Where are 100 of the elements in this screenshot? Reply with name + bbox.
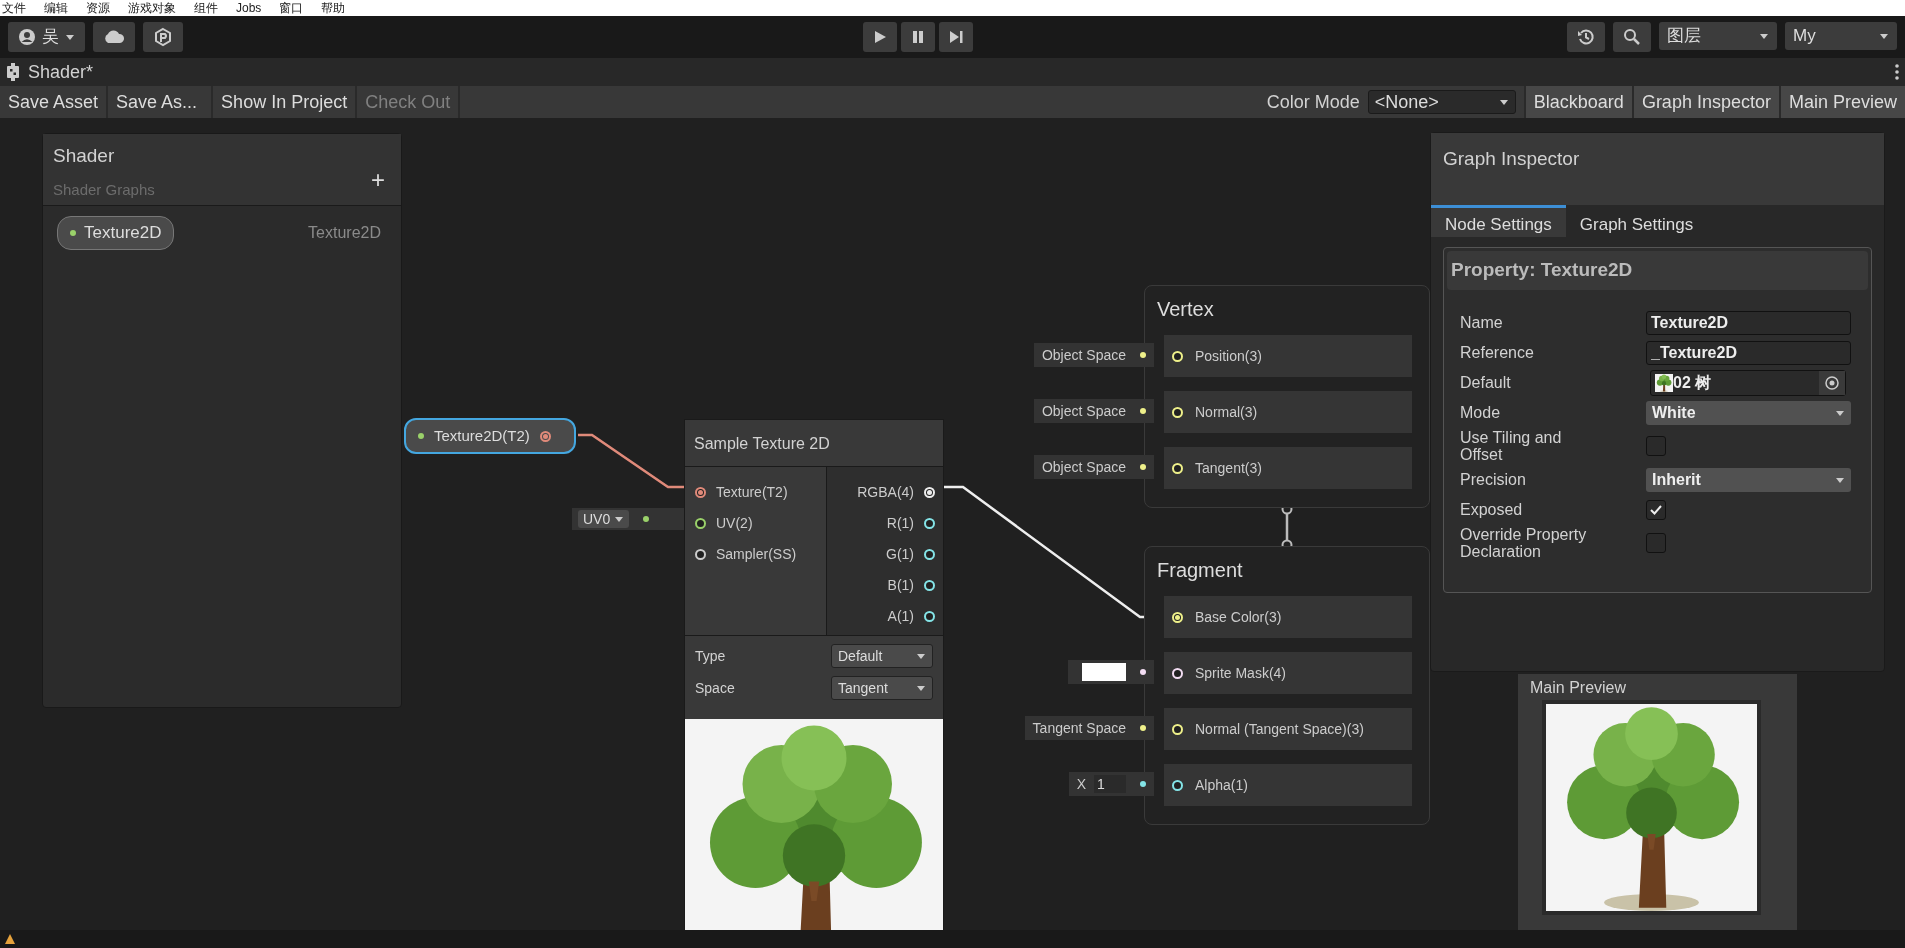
slot-label: Alpha(1) (1195, 775, 1248, 795)
menu-item[interactable]: 编辑 (44, 0, 68, 16)
warning-icon (4, 933, 16, 945)
step-icon (949, 30, 963, 44)
target-icon[interactable] (1819, 370, 1845, 395)
account-button[interactable]: 吴 (8, 22, 85, 52)
port-label: G(1) (886, 545, 914, 564)
dropdown-field[interactable]: White (1646, 400, 1851, 425)
checkbox[interactable] (1646, 436, 1666, 457)
cloud-icon (103, 30, 125, 44)
port-label: RGBA(4) (857, 483, 914, 502)
slot-label: Normal (Tangent Space)(3) (1195, 719, 1364, 739)
section-title: Property: Texture2D (1447, 251, 1868, 290)
slot-label: Tangent(3) (1195, 458, 1262, 478)
field-label: Use Tiling and Offset (1460, 428, 1563, 464)
package-icon (153, 27, 173, 47)
caret-icon (614, 515, 625, 523)
port-label: A(1) (887, 607, 914, 626)
inspector-tab[interactable]: Graph Settings (1565, 205, 1708, 237)
checkbox[interactable] (1646, 499, 1666, 520)
port-label: R(1) (886, 514, 914, 533)
port-dot (1140, 669, 1146, 675)
block-title: Vertex (1156, 297, 1215, 322)
uv-dropdown[interactable]: UV0 (578, 510, 630, 528)
inspector-tab[interactable]: Node Settings (1431, 205, 1566, 237)
menu-item[interactable]: 窗口 (279, 0, 304, 16)
field-label: Precision (1460, 470, 1527, 489)
menu-item[interactable]: Jobs (236, 0, 262, 16)
setting-dropdown[interactable]: Tangent (831, 676, 933, 700)
block-slot[interactable]: Tangent(3) (1164, 447, 1412, 489)
block-slot[interactable]: Base Color(3) (1164, 596, 1412, 638)
slot-label: Sprite Mask(4) (1195, 663, 1287, 683)
text-field[interactable]: Texture2D (1646, 310, 1851, 335)
account-icon (18, 28, 36, 46)
port-label: Sampler(SS) (716, 545, 797, 564)
pause-button[interactable] (901, 22, 935, 52)
property-pill[interactable]: Texture2D (57, 216, 175, 250)
port-dot (1140, 408, 1146, 414)
layout-dropdown[interactable]: My (1785, 22, 1897, 50)
layers-dropdown[interactable]: 图层 (1659, 22, 1777, 50)
port-icon[interactable] (695, 549, 706, 560)
menu-item[interactable]: 组件 (194, 0, 218, 16)
object-field[interactable]: 02 树 (1650, 369, 1846, 396)
package-button[interactable] (143, 22, 183, 52)
status-dot (418, 433, 424, 439)
color-mode-dropdown[interactable]: <None> (1367, 90, 1516, 114)
port-icon[interactable] (695, 487, 706, 498)
value-field[interactable]: 1 (1094, 775, 1126, 793)
slot-label: Normal(3) (1195, 402, 1258, 422)
menu-item[interactable]: 文件 (2, 0, 26, 16)
panel-title: Main Preview (1529, 678, 1628, 696)
field-label: Override Property Declaration (1460, 525, 1588, 561)
checkbox[interactable] (1646, 533, 1666, 554)
setting-dropdown[interactable]: Default (831, 644, 933, 668)
play-button[interactable] (863, 22, 897, 52)
menu-item[interactable]: 帮助 (321, 0, 346, 16)
block-slot[interactable]: Alpha(1) (1164, 764, 1412, 806)
space-label: Object Space (1041, 401, 1126, 421)
property-node[interactable]: Texture2D(T2) (404, 418, 576, 454)
field-label: Mode (1460, 403, 1502, 422)
history-button[interactable] (1567, 22, 1605, 52)
search-button[interactable] (1613, 22, 1651, 52)
caret-icon (1879, 32, 1889, 40)
add-button[interactable]: + (371, 168, 385, 192)
field-label: Name (1460, 313, 1504, 332)
port-icon[interactable] (1172, 779, 1183, 791)
node-label: Texture2D(T2) (434, 425, 530, 446)
panel-toggle-button[interactable]: Blackboard (1523, 86, 1632, 118)
menu-item[interactable]: 游戏对象 (128, 0, 176, 16)
more-icon[interactable] (1895, 64, 1899, 80)
port-label: B(1) (887, 576, 914, 595)
port-icon[interactable] (924, 518, 935, 529)
block-slot[interactable]: Normal(3) (1164, 391, 1412, 433)
port-label: Texture(T2) (716, 483, 788, 502)
panel-toggle-button[interactable]: Graph Inspector (1631, 86, 1779, 118)
window-tab[interactable]: Shader* (28, 58, 94, 86)
slot-label: Position(3) (1195, 346, 1262, 366)
play-icon (873, 30, 887, 44)
block-slot[interactable]: Normal (Tangent Space)(3) (1164, 708, 1412, 750)
cloud-button[interactable] (93, 22, 135, 52)
port-icon[interactable] (924, 580, 935, 591)
block-slot[interactable]: Position(3) (1164, 335, 1412, 377)
setting-label: Type (695, 646, 726, 666)
port-dot (1140, 725, 1146, 731)
color-swatch[interactable] (1082, 663, 1126, 681)
tree-icon (1655, 373, 1673, 392)
port-dot (1140, 464, 1146, 470)
dropdown-field[interactable]: Inherit (1646, 467, 1851, 492)
text-field[interactable]: _Texture2D (1646, 340, 1851, 365)
field-label: Default (1460, 373, 1512, 392)
port-icon[interactable] (924, 549, 935, 560)
blackboard-subtitle: Shader Graphs (53, 179, 155, 200)
menu-item[interactable]: 资源 (86, 0, 110, 16)
panel-toggle-button[interactable]: Main Preview (1778, 86, 1905, 118)
port-icon[interactable] (695, 518, 706, 529)
block-slot[interactable]: Sprite Mask(4) (1164, 652, 1412, 694)
color-mode-label: Color Mode (1266, 90, 1360, 114)
port-icon[interactable] (924, 611, 935, 622)
port-label: UV(2) (716, 514, 753, 533)
step-button[interactable] (939, 22, 973, 52)
